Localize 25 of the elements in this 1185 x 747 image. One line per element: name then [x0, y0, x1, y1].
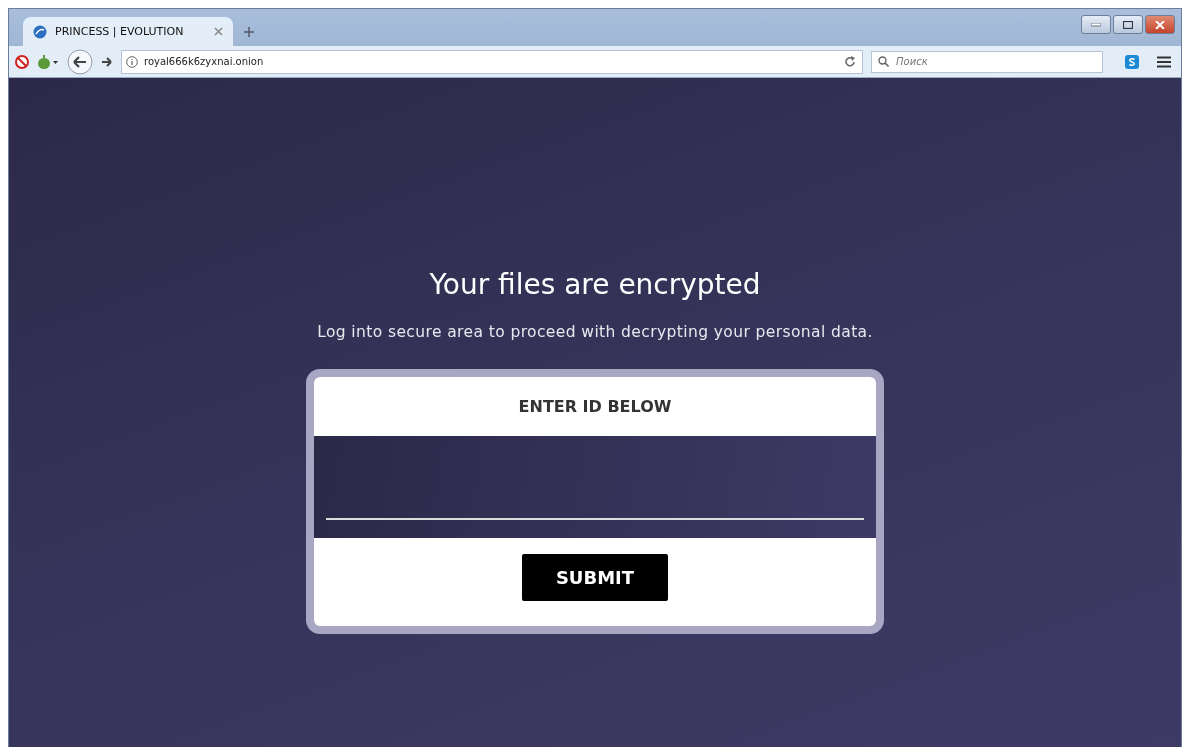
search-field[interactable]: Поиск	[871, 50, 1103, 73]
close-icon	[1155, 20, 1165, 29]
back-icon[interactable]	[67, 48, 93, 75]
menu-icon[interactable]	[1157, 55, 1171, 68]
maximize-icon	[1123, 20, 1133, 29]
submit-button[interactable]: SUBMIT	[522, 554, 668, 601]
tab-title: PRINCESS | EVOLUTION	[55, 25, 185, 38]
minimize-icon	[1091, 22, 1101, 27]
search-input[interactable]: Поиск	[894, 55, 1096, 68]
info-icon[interactable]	[126, 55, 138, 68]
page-subheading: Log into secure area to proceed with decrypting your personal data.	[317, 323, 873, 341]
globe-icon	[33, 24, 47, 39]
page-heading: Your files are encrypted	[429, 268, 761, 301]
reload-icon[interactable]	[845, 56, 856, 67]
browser-tab[interactable]: PRINCESS | EVOLUTION	[23, 17, 233, 46]
card-title: ENTER ID BELOW	[518, 397, 672, 416]
forward-icon[interactable]	[101, 55, 113, 68]
close-icon[interactable]	[214, 27, 223, 36]
address-bar[interactable]: royal666k6zyxnai.onion	[121, 49, 863, 74]
close-window-button[interactable]	[1145, 15, 1175, 34]
id-input-field[interactable]	[314, 436, 876, 538]
maximize-button[interactable]	[1113, 15, 1143, 34]
search-icon	[878, 56, 889, 67]
skype-icon[interactable]	[1125, 54, 1139, 69]
plus-icon	[244, 26, 254, 37]
